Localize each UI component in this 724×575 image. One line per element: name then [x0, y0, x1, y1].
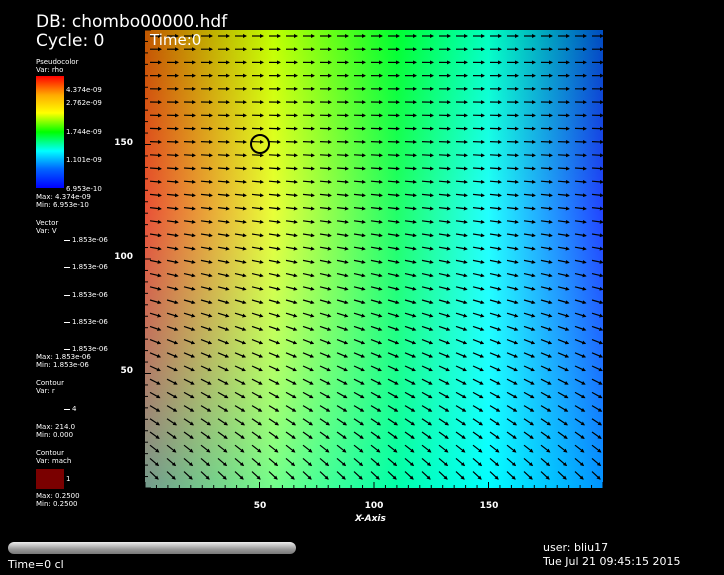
- vector-arrow: [387, 166, 400, 171]
- vector-arrow: [506, 153, 519, 158]
- vector-arrow: [557, 153, 570, 158]
- vector-arrow: [251, 153, 264, 158]
- vector-arrow: [149, 166, 162, 171]
- vector-arrow: [523, 153, 536, 158]
- vector-arrow: [319, 153, 332, 158]
- vector-arrow: [234, 166, 247, 171]
- vector-arrow: [370, 166, 383, 171]
- vector-arrow: [404, 153, 417, 158]
- vector-arrow: [285, 166, 298, 171]
- vector-arrow: [438, 166, 451, 171]
- pseudocolor-field-top-shade: [145, 30, 603, 488]
- y-tick-50: 50: [120, 366, 133, 376]
- vector-arrow: [455, 166, 468, 171]
- vector-arrow: [472, 153, 485, 158]
- vector-arrow: [455, 153, 468, 158]
- user-label: user: bliu17: [543, 541, 609, 554]
- date-label: Tue Jul 21 09:45:15 2015: [543, 555, 681, 568]
- vector-arrow: [438, 153, 451, 158]
- vector-arrow: [166, 166, 179, 171]
- vector-arrow: [574, 166, 587, 171]
- vector-arrow: [540, 153, 553, 158]
- vector-arrow: [183, 166, 196, 171]
- vector-arrow: [421, 153, 434, 158]
- vector-arrow: [217, 153, 230, 158]
- y-tick-100: 100: [114, 252, 133, 262]
- x-tick-150: 150: [479, 501, 499, 511]
- vector-arrow: [489, 166, 502, 171]
- vector-arrow: [336, 153, 349, 158]
- x-tick-100: 100: [364, 501, 384, 511]
- vector-arrow: [234, 153, 247, 158]
- vector-arrow: [200, 166, 213, 171]
- vector-arrow: [557, 166, 570, 171]
- vector-arrow: [387, 153, 400, 158]
- x-axis-label: X-Axis: [355, 514, 386, 524]
- time-slider[interactable]: [8, 542, 296, 554]
- vector-arrow: [404, 166, 417, 171]
- vector-arrow: [285, 153, 298, 158]
- vector-arrow: [591, 166, 604, 171]
- x-tick-50: 50: [253, 501, 267, 511]
- vector-arrow: [319, 166, 332, 171]
- vector-arrow: [574, 153, 587, 158]
- vector-arrow: [421, 166, 434, 171]
- vector-arrow: [472, 166, 485, 171]
- vector-arrow: [336, 166, 349, 171]
- plot-time-label: Time:0: [150, 31, 202, 49]
- vector-arrow: [268, 166, 281, 171]
- vector-arrow: [149, 153, 162, 158]
- vector-arrow: [370, 153, 383, 158]
- vector-arrow: [183, 153, 196, 158]
- vector-arrow: [353, 166, 366, 171]
- vector-arrow: [166, 153, 179, 158]
- vector-arrow: [591, 153, 604, 158]
- vector-arrow: [251, 166, 264, 171]
- time-status: Time=0 cl: [8, 558, 64, 571]
- vector-arrow: [217, 166, 230, 171]
- vector-arrow: [489, 153, 502, 158]
- vector-arrow: [523, 166, 536, 171]
- plot-area[interactable]: [0, 0, 724, 575]
- vector-arrow: [268, 153, 281, 158]
- vector-arrow: [540, 166, 553, 171]
- vector-arrow: [353, 153, 366, 158]
- vector-arrow: [200, 153, 213, 158]
- vector-arrow: [506, 166, 519, 171]
- vector-arrow: [302, 153, 315, 158]
- vector-arrow: [302, 166, 315, 171]
- y-tick-150: 150: [114, 138, 133, 148]
